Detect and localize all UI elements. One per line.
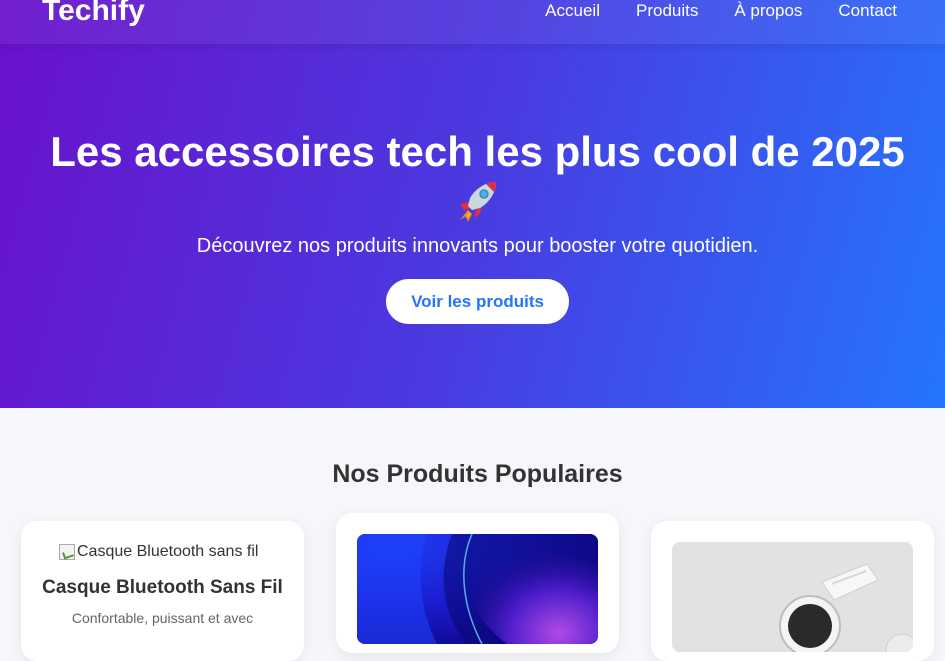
hero-section: Techify Accueil Produits À propos Contac…: [0, 0, 945, 408]
product-name: Casque Bluetooth Sans Fil: [42, 577, 283, 598]
product-image: [357, 534, 598, 644]
nav-link-contact[interactable]: Contact: [838, 0, 897, 22]
products-section-title: Nos Produits Populaires: [332, 460, 623, 488]
hero-subtitle: Découvrez nos produits innovants pour bo…: [196, 235, 759, 257]
broken-image-icon: [59, 544, 75, 560]
product-image: [672, 542, 913, 652]
site-logo[interactable]: Techify: [42, 0, 145, 28]
navbar: Techify Accueil Produits À propos Contac…: [0, 0, 945, 44]
product-card[interactable]: [336, 513, 619, 653]
product-description: Confortable, puissant et avec: [71, 610, 254, 626]
nav-link-a-propos[interactable]: À propos: [734, 0, 802, 22]
view-products-button[interactable]: Voir les produits: [386, 279, 569, 324]
white-smartwatch-image: [672, 542, 913, 652]
hero-title-text: Les accessoires tech les plus cool de 20…: [50, 128, 905, 175]
nav-link-accueil[interactable]: Accueil: [545, 0, 600, 22]
product-card[interactable]: Casque Bluetooth sans fil Casque Bluetoo…: [21, 521, 304, 661]
nav-link-produits[interactable]: Produits: [636, 0, 698, 22]
hero-title: Les accessoires tech les plus cool de 20…: [30, 128, 925, 224]
product-image-alt: Casque Bluetooth sans fil: [77, 543, 259, 560]
product-image-broken: Casque Bluetooth sans fil: [59, 541, 266, 563]
blue-abstract-wallpaper-image: [357, 534, 598, 644]
nav-links: Accueil Produits À propos Contact: [545, 0, 897, 22]
product-card[interactable]: [651, 521, 934, 661]
rocket-icon: [459, 182, 496, 222]
